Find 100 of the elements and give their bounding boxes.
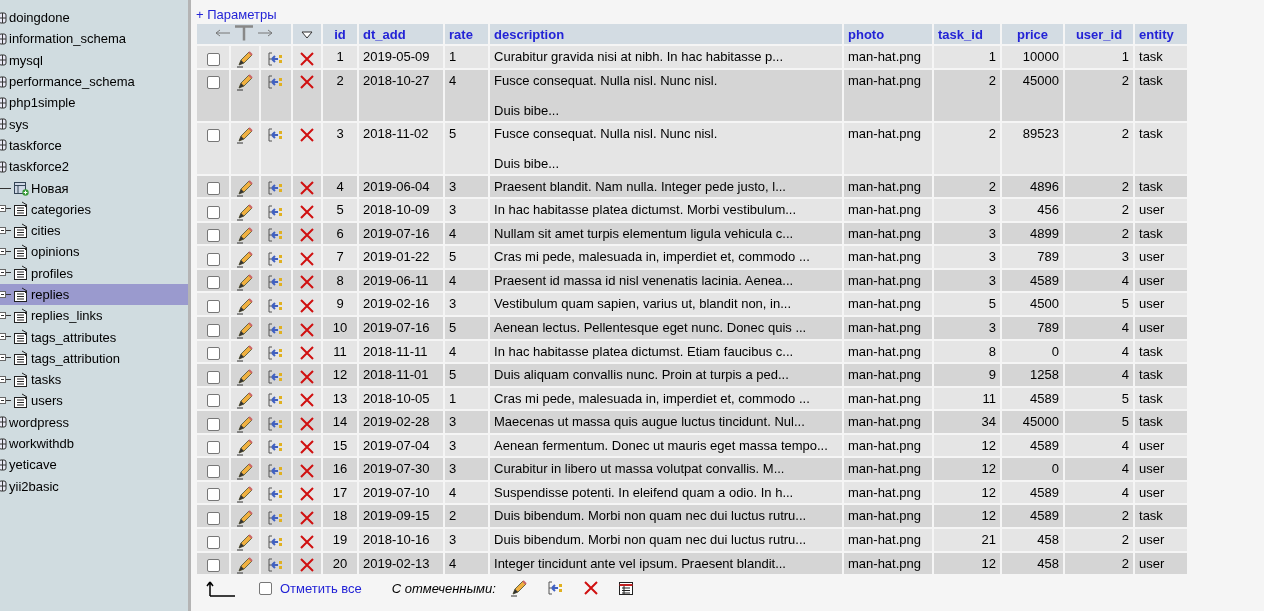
copy-row-icon[interactable] xyxy=(268,180,284,197)
table-item[interactable]: profiles xyxy=(0,262,188,284)
row-checkbox[interactable] xyxy=(206,252,220,266)
row-checkbox[interactable] xyxy=(206,417,220,431)
row-checkbox[interactable] xyxy=(206,52,220,66)
pencil-icon[interactable] xyxy=(236,532,254,551)
pencil-icon[interactable] xyxy=(236,438,254,457)
column-header[interactable]: rate xyxy=(445,24,488,44)
table-item[interactable]: categories xyxy=(0,198,188,220)
pencil-icon[interactable] xyxy=(236,226,254,245)
delete-icon[interactable] xyxy=(300,534,314,549)
delete-icon[interactable] xyxy=(300,487,314,502)
pencil-icon[interactable] xyxy=(236,126,254,145)
database-item[interactable]: taskforce xyxy=(0,134,188,157)
pencil-icon[interactable] xyxy=(236,485,254,504)
delete-icon[interactable] xyxy=(300,558,314,573)
delete-icon[interactable] xyxy=(300,393,314,408)
table-item[interactable]: opinions xyxy=(0,241,188,263)
copy-row-icon[interactable] xyxy=(268,462,284,479)
database-item[interactable]: yeticave xyxy=(0,454,188,476)
pencil-icon[interactable] xyxy=(236,367,254,386)
pencil-icon[interactable] xyxy=(236,273,254,292)
copy-row-icon[interactable] xyxy=(547,580,564,597)
table-item[interactable]: tags_attributes xyxy=(0,326,188,348)
copy-row-icon[interactable] xyxy=(268,50,284,67)
check-all-link[interactable]: Отметить все xyxy=(280,580,362,596)
pencil-icon[interactable] xyxy=(236,391,254,410)
row-checkbox[interactable] xyxy=(206,229,220,243)
copy-row-icon[interactable] xyxy=(268,227,284,244)
column-header[interactable]: entity xyxy=(1135,24,1187,44)
copy-row-icon[interactable] xyxy=(268,415,284,432)
copy-row-icon[interactable] xyxy=(268,297,284,314)
copy-row-icon[interactable] xyxy=(268,486,284,503)
table-item[interactable]: tasks xyxy=(0,369,188,391)
copy-row-icon[interactable] xyxy=(268,321,284,338)
row-checkbox[interactable] xyxy=(206,299,220,313)
row-checkbox[interactable] xyxy=(206,535,220,549)
row-checkbox[interactable] xyxy=(206,488,220,502)
pencil-icon[interactable] xyxy=(236,73,254,92)
copy-row-icon[interactable] xyxy=(268,345,284,362)
column-header[interactable]: dt_add xyxy=(359,24,443,44)
delete-icon[interactable] xyxy=(300,440,314,455)
delete-icon[interactable] xyxy=(300,181,314,196)
check-all-checkbox[interactable] xyxy=(259,581,272,595)
column-header[interactable]: user_id xyxy=(1065,24,1133,44)
pencil-icon[interactable] xyxy=(236,320,254,339)
delete-icon[interactable] xyxy=(300,75,314,90)
column-header[interactable]: photo xyxy=(844,24,932,44)
pencil-icon[interactable] xyxy=(236,556,254,575)
pencil-icon[interactable] xyxy=(236,509,254,527)
table-item[interactable]: users xyxy=(0,390,188,412)
delete-icon[interactable] xyxy=(300,416,314,431)
delete-icon[interactable] xyxy=(300,511,314,525)
delete-icon[interactable] xyxy=(300,298,314,313)
delete-icon[interactable] xyxy=(300,128,314,143)
database-item[interactable]: wordpress xyxy=(0,411,188,433)
table-item[interactable]: cities xyxy=(0,219,188,242)
database-item[interactable]: information_schema xyxy=(0,28,188,50)
column-header[interactable]: id xyxy=(323,24,357,44)
delete-icon[interactable] xyxy=(300,322,314,337)
delete-icon[interactable] xyxy=(300,463,314,478)
copy-row-icon[interactable] xyxy=(268,392,284,409)
database-item[interactable]: sys xyxy=(0,113,188,135)
copy-row-icon[interactable] xyxy=(268,74,284,91)
row-checkbox[interactable] xyxy=(206,512,220,525)
row-checkbox[interactable] xyxy=(206,394,220,408)
copy-row-icon[interactable] xyxy=(268,439,284,456)
pencil-icon[interactable] xyxy=(236,202,254,221)
delete-icon[interactable] xyxy=(300,204,314,219)
table-item[interactable]: replies xyxy=(0,283,188,306)
column-header[interactable]: price xyxy=(1002,24,1063,44)
database-item[interactable]: php1simple xyxy=(0,92,188,114)
copy-row-icon[interactable] xyxy=(268,203,284,220)
copy-row-icon[interactable] xyxy=(268,127,284,144)
pencil-icon[interactable] xyxy=(236,179,254,198)
sort-menu-header[interactable] xyxy=(293,24,321,44)
delete-icon[interactable] xyxy=(300,369,314,384)
copy-row-icon[interactable] xyxy=(268,274,284,291)
copy-row-icon[interactable] xyxy=(268,533,284,550)
copy-row-icon[interactable] xyxy=(268,510,284,526)
delete-icon[interactable] xyxy=(300,51,314,66)
row-checkbox[interactable] xyxy=(206,205,220,219)
column-header[interactable]: task_id xyxy=(934,24,1000,44)
copy-row-icon[interactable] xyxy=(268,557,284,574)
table-item[interactable]: replies_links xyxy=(0,305,188,327)
pencil-icon[interactable] xyxy=(236,461,254,480)
row-checkbox[interactable] xyxy=(206,464,220,478)
database-item[interactable]: workwithdb xyxy=(0,432,188,455)
copy-row-icon[interactable] xyxy=(268,250,284,267)
column-header[interactable]: description xyxy=(490,24,842,44)
row-checkbox[interactable] xyxy=(206,129,220,143)
row-checkbox[interactable] xyxy=(206,182,220,196)
row-checkbox[interactable] xyxy=(206,76,220,90)
column-resize-header[interactable] xyxy=(197,24,291,44)
pencil-icon[interactable] xyxy=(236,296,254,315)
database-item[interactable]: yii2basic xyxy=(0,475,188,497)
pencil-icon[interactable] xyxy=(236,344,254,363)
table-item[interactable]: Новая xyxy=(0,177,188,199)
delete-icon[interactable] xyxy=(300,228,314,243)
pencil-icon[interactable] xyxy=(509,579,528,598)
